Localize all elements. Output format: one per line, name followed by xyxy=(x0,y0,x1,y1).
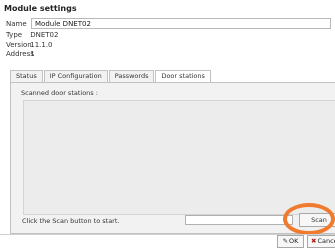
pencil-check-icon: ✎ xyxy=(282,237,289,245)
name-row: Name xyxy=(6,18,331,30)
cancel-label: Cance xyxy=(317,237,335,245)
cross-icon: ✖ xyxy=(311,237,317,245)
ok-label: OK xyxy=(289,237,299,245)
door-stations-list[interactable] xyxy=(23,100,335,215)
address-row: Address 1 xyxy=(6,50,58,60)
version-row: Version 11.1.0 xyxy=(6,41,58,51)
version-value: 11.1.0 xyxy=(30,40,53,49)
highlight-ring xyxy=(283,203,335,235)
module-info: Type DNET02 Version 11.1.0 Address 1 xyxy=(6,31,58,60)
address-value: 1 xyxy=(30,50,35,58)
tab-ip-configuration[interactable]: IP Configuration xyxy=(43,70,108,82)
type-row: Type DNET02 xyxy=(6,31,58,41)
address-label: Address xyxy=(6,50,34,58)
cancel-button[interactable]: ✖Cance xyxy=(307,235,335,248)
name-label: Name xyxy=(6,20,27,28)
module-name-input[interactable] xyxy=(31,18,331,29)
type-value: DNET02 xyxy=(30,31,59,39)
scan-hint-text: Click the Scan button to start. xyxy=(22,217,120,225)
tab-status[interactable]: Status xyxy=(10,70,43,82)
type-label: Type xyxy=(6,31,23,39)
tab-bar: Status IP Configuration Passwords Door s… xyxy=(10,70,212,83)
tab-passwords[interactable]: Passwords xyxy=(108,70,155,82)
version-label: Version xyxy=(6,40,32,49)
scan-progress-field[interactable] xyxy=(185,215,293,225)
scanned-door-stations-label: Scanned door stations : xyxy=(21,89,98,97)
ok-button[interactable]: ✎OK xyxy=(277,235,304,248)
dialog-title: Module settings xyxy=(4,4,77,13)
